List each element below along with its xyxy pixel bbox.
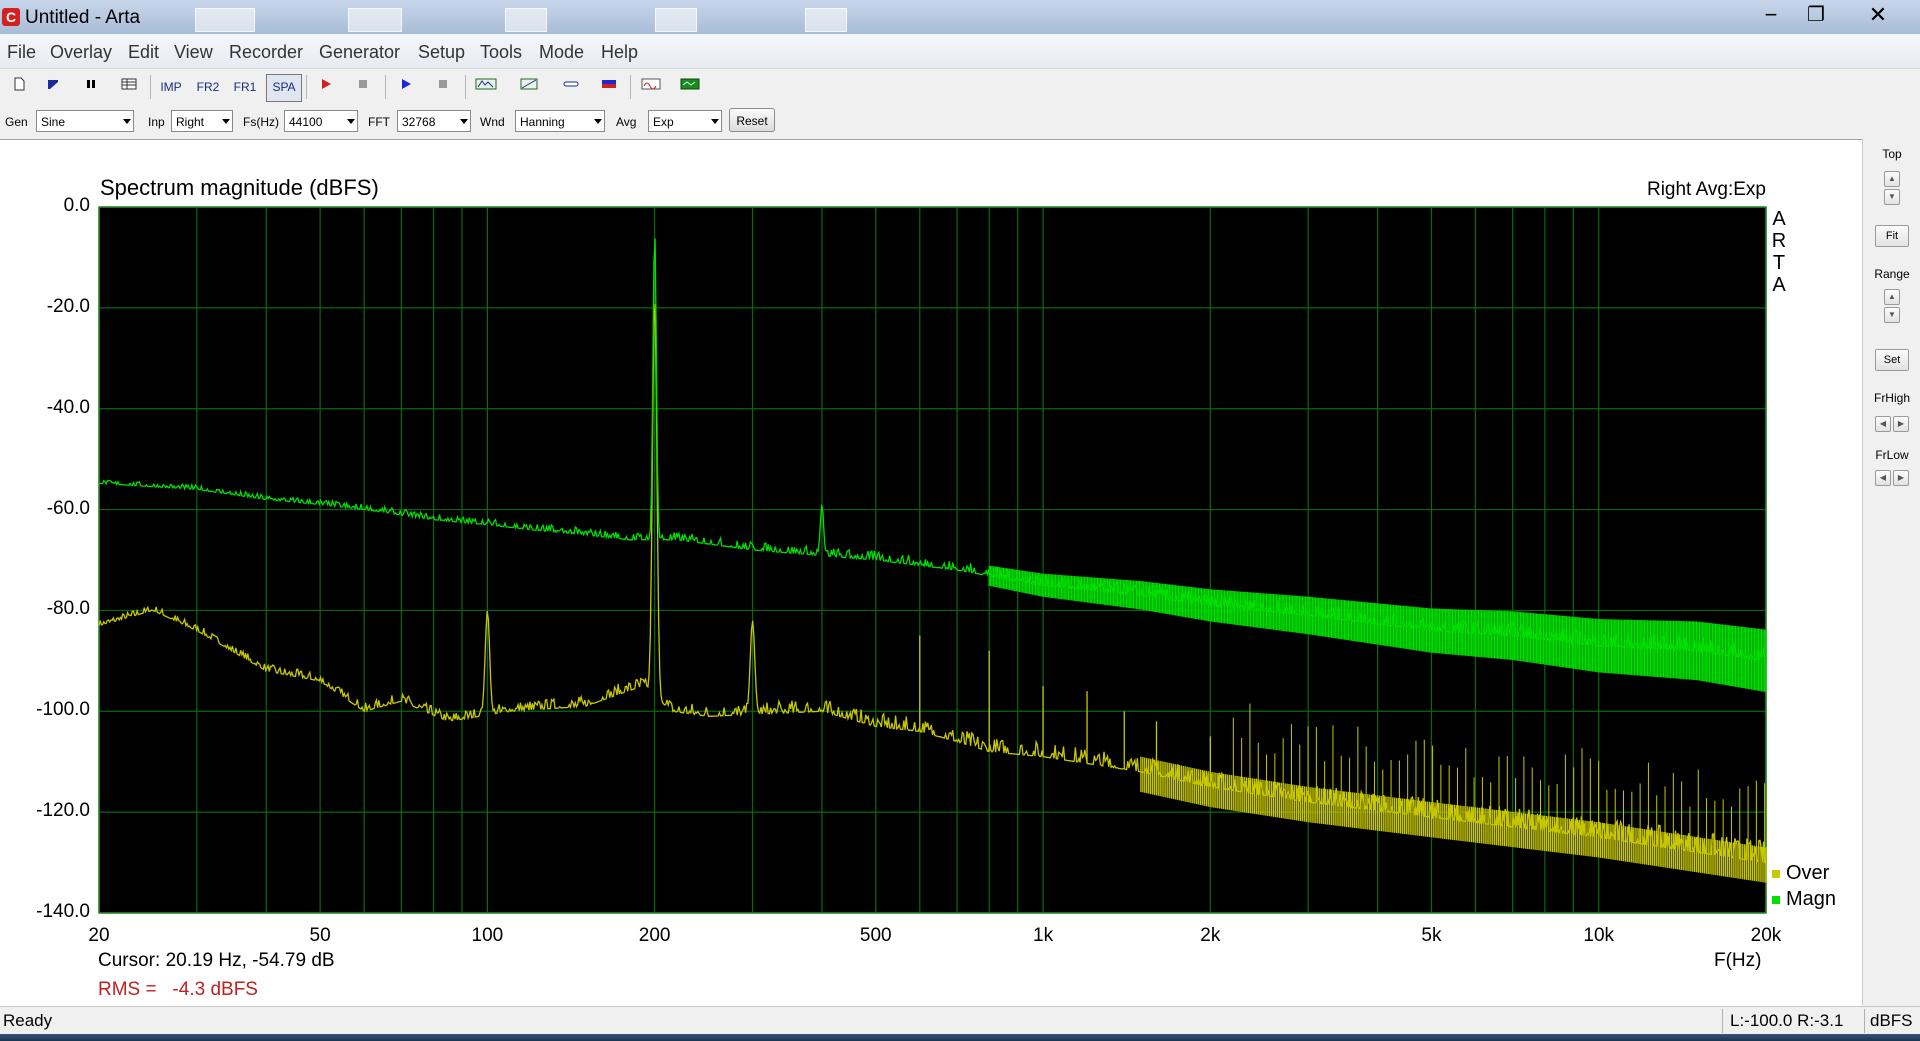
x-tick-label: 50: [309, 925, 331, 946]
spectrum-chart[interactable]: [0, 0, 1920, 1041]
y-tick-label: -80.0: [46, 598, 90, 620]
rms-readout: RMS = -4.3 dBFS: [98, 979, 258, 1000]
arta-brand: A R T A: [1771, 208, 1787, 296]
x-tick-label: 100: [471, 925, 504, 946]
brand-letter: A: [1772, 208, 1786, 230]
x-tick-label: 20k: [1750, 925, 1782, 946]
brand-letter: T: [1772, 252, 1786, 274]
status-bar: Ready L:-100.0 R:-3.1 dBFS: [0, 1006, 1920, 1035]
y-tick-label: 0.0: [63, 195, 90, 216]
fit-button[interactable]: Fit: [1875, 225, 1909, 247]
x-tick-label: 5k: [1421, 925, 1442, 946]
range-down-button[interactable]: ▼: [1884, 307, 1900, 323]
range-up-button[interactable]: ▲: [1884, 289, 1900, 305]
status-unit: dBFS: [1870, 1011, 1913, 1030]
frhigh-left-button[interactable]: ◀: [1875, 416, 1891, 432]
set-button[interactable]: Set: [1875, 349, 1909, 371]
brand-letter: R: [1771, 230, 1787, 252]
x-tick-label: 500: [859, 925, 892, 946]
x-axis-unit: F(Hz): [1714, 950, 1762, 971]
status-ready: Ready: [3, 1011, 53, 1030]
status-divider: [1864, 1009, 1865, 1033]
frlow-right-button[interactable]: ▶: [1893, 470, 1909, 486]
y-tick-label: -60.0: [46, 497, 90, 519]
frlow-label: FrLow: [1875, 448, 1909, 462]
legend-item-over[interactable]: Over: [1772, 862, 1829, 885]
frlow-left-button[interactable]: ◀: [1875, 470, 1891, 486]
status-levels: L:-100.0 R:-3.1: [1730, 1011, 1844, 1030]
top-up-button[interactable]: ▲: [1884, 171, 1900, 187]
x-tick-label: 200: [638, 925, 671, 946]
x-tick-label: 20: [88, 925, 110, 946]
top-down-button[interactable]: ▼: [1884, 189, 1900, 205]
cursor-readout: Cursor: 20.19 Hz, -54.79 dB: [98, 950, 335, 971]
brand-letter: A: [1772, 274, 1786, 296]
x-tick-label: 10k: [1583, 925, 1615, 946]
range-label: Range: [1874, 267, 1910, 281]
y-tick-label: -140.0: [36, 901, 90, 922]
legend-label: Magn: [1786, 888, 1837, 910]
x-tick-label: 2k: [1200, 925, 1221, 946]
x-tick-label: 1k: [1033, 925, 1054, 946]
os-taskbar: [0, 1034, 1920, 1041]
y-tick-label: -20.0: [46, 295, 90, 317]
legend-swatch: [1772, 869, 1780, 878]
legend-label: Over: [1786, 862, 1830, 884]
status-divider: [1722, 1009, 1723, 1033]
right-panel: Top ▲ ▼ Fit Range ▲ ▼ Set FrHigh ◀ ▶ FrL…: [1862, 139, 1920, 1005]
top-label: Top: [1882, 147, 1902, 161]
legend-item-magn[interactable]: Magn: [1772, 888, 1836, 911]
frhigh-label: FrHigh: [1873, 391, 1910, 405]
y-tick-label: -120.0: [36, 800, 90, 822]
legend-swatch: [1772, 895, 1780, 904]
y-tick-label: -100.0: [36, 699, 90, 721]
frhigh-right-button[interactable]: ▶: [1893, 416, 1909, 432]
y-tick-label: -40.0: [46, 396, 90, 418]
